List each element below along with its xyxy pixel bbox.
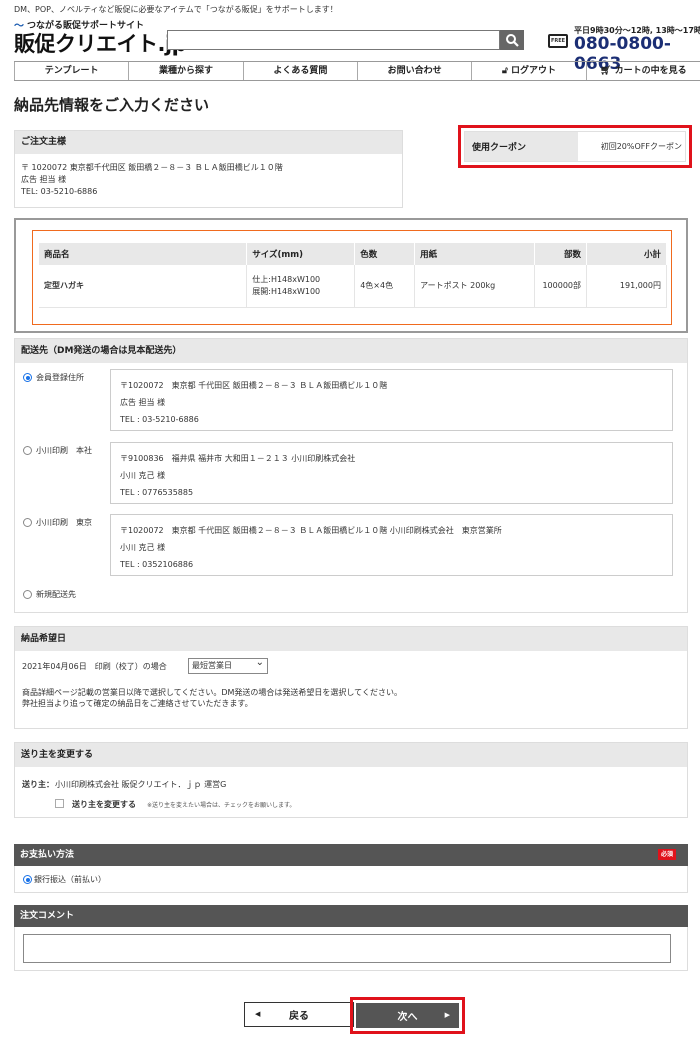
address-card: 〒1020072 東京都 千代田区 飯田橋２－８－３ ＢＬＡ飯田橋ビル１０階 広… <box>110 369 673 431</box>
comment-textarea[interactable] <box>23 934 671 963</box>
delivery-radio-honsha[interactable] <box>23 446 32 455</box>
change-sender-label[interactable]: 送り主を変更する <box>72 799 136 810</box>
product-table: 商品名 サイズ(mm) 色数 用紙 部数 小計 定型ハガキ 仕上:H148xW1… <box>39 243 667 308</box>
address-name: 広告 担当 様 <box>120 398 166 407</box>
nav-industry[interactable]: 業種から探す <box>128 62 242 80</box>
next-button[interactable]: 次へ ▶ <box>356 1003 459 1028</box>
delivery-option-label: 小川印刷 本社 <box>36 446 92 455</box>
delivery-option-label: 会員登録住所 <box>36 373 84 382</box>
nav-template[interactable]: テンプレート <box>14 62 128 80</box>
search-icon <box>506 34 519 47</box>
sender-value: 小川印刷株式会社 販促クリエイト．ｊｐ 運営G <box>55 780 227 789</box>
size-unfolded: 展開:H148xW100 <box>252 286 321 296</box>
address-name: 小川 克己 様 <box>120 543 166 552</box>
delivery-radio-new[interactable] <box>23 590 32 599</box>
nav-faq[interactable]: よくある質問 <box>242 62 357 80</box>
site-logo[interactable]: 販促クリエイト.jp <box>14 28 187 58</box>
search-input[interactable] <box>167 30 500 50</box>
back-button[interactable]: ◀ 戻る <box>244 1002 354 1027</box>
owner-name: 広告 担当 様 <box>21 175 67 184</box>
product-box: 商品名 サイズ(mm) 色数 用紙 部数 小計 定型ハガキ 仕上:H148xW1… <box>14 218 688 333</box>
comment-heading: 注文コメント <box>14 905 688 927</box>
address-tel: TEL : 0352106886 <box>120 560 194 569</box>
product-size: 仕上:H148xW100 展開:H148xW100 <box>246 265 356 308</box>
payment-option-label: 銀行振込（前払い） <box>34 875 106 884</box>
nav-cart[interactable]: 🛒︎ カートの中を見る <box>585 62 700 80</box>
address-name: 小川 克己 様 <box>120 471 166 480</box>
size-finished: 仕上:H148xW100 <box>252 274 321 284</box>
delivery-heading: 配送先（DM発送の場合は見本配送先） <box>15 339 687 363</box>
owner-heading: ご注文主様 <box>15 131 402 154</box>
coupon-value: 初回20%OFFクーポン <box>600 142 682 151</box>
col-paper: 用紙 <box>414 243 536 265</box>
address-line: 〒1020072 東京都 千代田区 飯田橋２－８－３ ＢＬＡ飯田橋ビル１０階 小… <box>120 526 502 535</box>
coupon-label: 使用クーポン <box>465 132 578 161</box>
payment-radio-bank[interactable] <box>23 875 32 884</box>
product-colors: 4色×4色 <box>354 265 416 308</box>
lock-icon: 🔓︎ <box>501 66 508 76</box>
address-tel: TEL : 0776535885 <box>120 488 194 497</box>
address-card: 〒9100836 福井県 福井市 大和田１－２１３ 小川印刷株式会社 小川 克己… <box>110 442 673 504</box>
col-size: サイズ(mm) <box>246 243 356 265</box>
free-dial-icon: FREE <box>548 34 568 48</box>
delivery-option-label: 小川印刷 東京 <box>36 518 92 527</box>
address-line: 〒1020072 東京都 千代田区 飯田橋２－８－３ ＢＬＡ飯田橋ビル１０階 <box>120 381 388 390</box>
delivery-date-prefix: 2021年04月06日 印刷（校了）の場合 <box>22 662 167 671</box>
nav-logout[interactable]: 🔓︎ ログアウト <box>471 62 585 80</box>
address-card: 〒1020072 東京都 千代田区 飯田橋２－８－３ ＢＬＡ飯田橋ビル１０階 小… <box>110 514 673 576</box>
col-name: 商品名 <box>39 243 248 265</box>
delivery-date-heading: 納品希望日 <box>15 627 687 651</box>
product-qty: 100000部 <box>534 265 587 308</box>
search-button[interactable] <box>500 30 524 50</box>
nav-cart-label: カートの中を見る <box>614 66 687 76</box>
cart-icon: 🛒︎ <box>600 66 612 76</box>
caret-left-icon: ◀ <box>255 1010 261 1018</box>
order-owner-box: ご注文主様 〒 1020072 東京都千代田区 飯田橋２－８－３ ＢＬＡ飯田橋ビ… <box>14 130 403 208</box>
back-button-label: 戻る <box>289 1011 309 1022</box>
site-tagline: DM、POP、ノベルティなど販促に必要なアイテムで「つながる販促」をサポートしま… <box>14 5 338 14</box>
sender-section: 送り主を変更する 送り主： 小川印刷株式会社 販促クリエイト．ｊｐ 運営G 送り… <box>14 742 688 818</box>
comment-body <box>14 927 688 971</box>
col-colors: 色数 <box>354 243 416 265</box>
product-subtotal: 191,000円 <box>586 265 667 308</box>
product-paper: アートポスト 200kg <box>414 265 536 308</box>
sender-label: 送り主： <box>22 780 54 789</box>
delivery-radio-member[interactable] <box>23 373 32 382</box>
delivery-radio-tokyo[interactable] <box>23 518 32 527</box>
product-table-frame: 商品名 サイズ(mm) 色数 用紙 部数 小計 定型ハガキ 仕上:H148xW1… <box>32 230 672 325</box>
address-tel: TEL : 03-5210-6886 <box>120 415 199 424</box>
page-title: 納品先情報をご入力ください <box>14 96 210 114</box>
owner-tel: TEL: 03-5210-6886 <box>21 187 98 196</box>
payment-heading-text: お支払い方法 <box>20 850 75 860</box>
owner-address: 〒 1020072 東京都千代田区 飯田橋２－８－３ ＢＬＡ飯田橋ビル１０階 <box>21 163 283 172</box>
payment-heading: お支払い方法 必須 <box>14 844 688 866</box>
delivery-date-note: 弊社担当より追って確定の納品日をご連絡させていただきます。 <box>22 699 253 708</box>
delivery-option-label: 新規配送先 <box>36 590 76 599</box>
col-subtotal: 小計 <box>586 243 667 265</box>
required-badge: 必須 <box>657 849 676 860</box>
main-nav: テンプレート 業種から探す よくある質問 お問い合わせ 🔓︎ ログアウト 🛒︎ … <box>14 61 700 81</box>
delivery-date-section: 納品希望日 2021年04月06日 印刷（校了）の場合 最短営業日 商品詳細ペー… <box>14 626 688 729</box>
change-sender-note: ※送り主を変えたい場合は、チェックをお願いします。 <box>147 802 296 809</box>
nav-logout-label: ログアウト <box>510 66 556 76</box>
next-button-highlight: 次へ ▶ <box>350 997 465 1034</box>
caret-right-icon: ▶ <box>444 1011 450 1019</box>
coupon-box: 使用クーポン 初回20%OFFクーポン <box>458 125 692 168</box>
payment-body: 銀行振込（前払い） <box>14 866 688 893</box>
product-name: 定型ハガキ <box>39 265 248 308</box>
address-line: 〒9100836 福井県 福井市 大和田１－２１３ 小川印刷株式会社 <box>120 454 356 463</box>
table-row: 定型ハガキ 仕上:H148xW100 展開:H148xW100 4色×4色 アート… <box>39 265 667 308</box>
delivery-section: 配送先（DM発送の場合は見本配送先） 会員登録住所 〒1020072 東京都 千… <box>14 338 688 613</box>
delivery-date-select[interactable]: 最短営業日 <box>188 656 268 674</box>
col-qty: 部数 <box>534 243 587 265</box>
nav-contact[interactable]: お問い合わせ <box>356 62 471 80</box>
sender-heading: 送り主を変更する <box>15 743 687 767</box>
change-sender-checkbox[interactable] <box>55 799 64 808</box>
next-button-label: 次へ <box>397 1012 418 1023</box>
delivery-date-note: 商品詳細ページ記載の営業日以降で選択してください。DM発送の場合は発送希望日を選… <box>22 688 402 697</box>
